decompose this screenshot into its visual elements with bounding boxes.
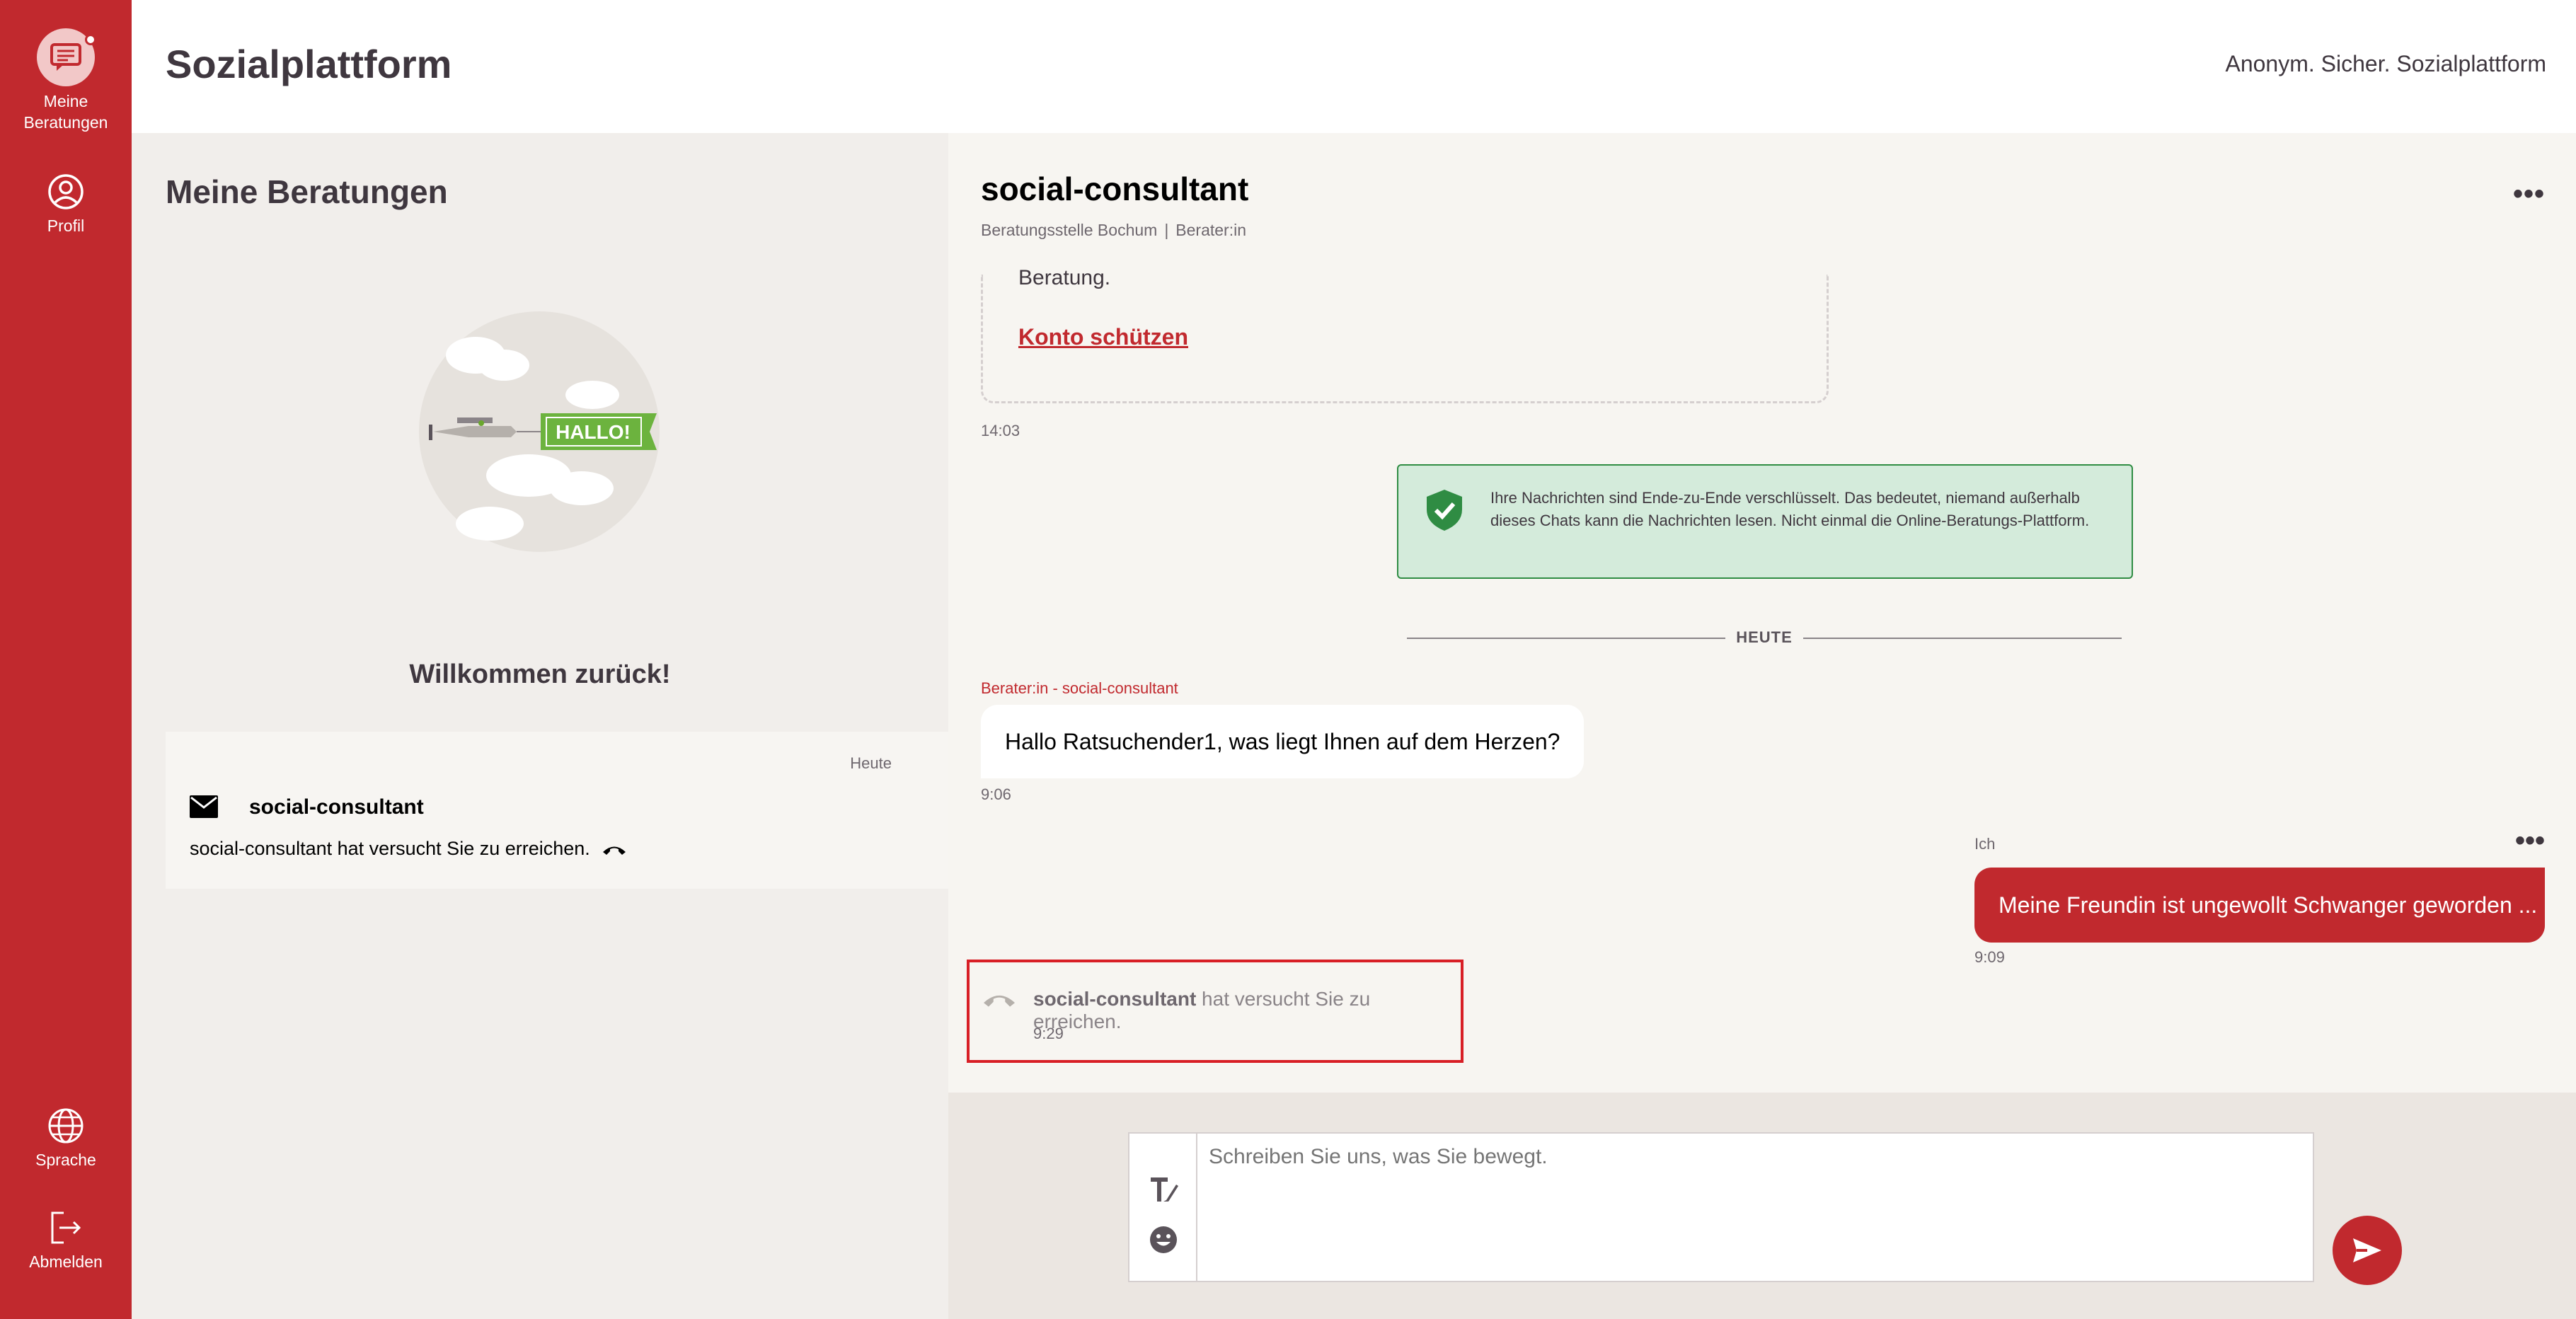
- date-divider: HEUTE: [1407, 627, 2122, 648]
- header-tagline: Anonym. Sicher. Sozialplattform: [2225, 51, 2546, 76]
- session-date: Heute: [850, 754, 892, 772]
- session-preview: social-consultant hat versucht Sie zu er…: [190, 838, 626, 860]
- missed-call-time: 9:29: [1033, 1025, 1064, 1042]
- chat-agency: Beratungsstelle Bochum: [981, 221, 1158, 239]
- incoming-message: Hallo Ratsuchender1, was liegt Ihnen auf…: [981, 705, 1585, 778]
- message-time: 14:03: [981, 422, 1020, 439]
- nav-item-profile[interactable]: Profil: [0, 173, 132, 236]
- panel-title: Meine Beratungen: [166, 173, 448, 210]
- chat-more-menu-icon[interactable]: •••: [2513, 180, 2545, 208]
- nav-label-language: Sprache: [35, 1151, 96, 1169]
- outgoing-sender-label: Ich: [1974, 835, 1996, 853]
- encryption-notice: Ihre Nachrichten sind Ende-zu-Ende versc…: [1397, 464, 2133, 579]
- missed-call-event: social-consultant hat versucht Sie zu er…: [967, 960, 1464, 1063]
- encryption-notice-text: Ihre Nachrichten sind Ende-zu-Ende versc…: [1490, 489, 2090, 529]
- main-navigation: Meine Beratungen Profil Sprache Abmelden: [0, 0, 132, 1319]
- nav-item-logout[interactable]: Abmelden: [0, 1209, 132, 1272]
- incoming-message-time: 9:06: [981, 785, 1011, 803]
- app-header: Sozialplattform Anonym. Sicher. Sozialpl…: [132, 0, 2576, 133]
- message-composer: [1128, 1132, 2314, 1282]
- nav-label-profile: Profil: [47, 217, 85, 235]
- chat-view: social-consultant Beratungsstelle Bochum…: [948, 133, 2576, 1093]
- nav-label-logout: Abmelden: [29, 1252, 103, 1271]
- envelope-icon: [190, 795, 218, 818]
- nav-label-my-consultations: Meine Beratungen: [23, 92, 108, 132]
- speech-bubble-icon: [37, 28, 96, 86]
- missed-call-icon: [603, 846, 626, 855]
- send-button[interactable]: [2333, 1216, 2402, 1285]
- text-format-icon[interactable]: [1149, 1175, 1179, 1203]
- logout-icon: [51, 1211, 81, 1244]
- nav-item-my-consultations[interactable]: Meine Beratungen: [0, 28, 132, 133]
- welcome-text: Willkommen zurück!: [409, 660, 671, 689]
- message-composer-bar: [948, 1093, 2576, 1319]
- notification-dot: [85, 34, 96, 45]
- missed-call-name: social-consultant: [1033, 988, 1197, 1010]
- welcome-illustration: HALLO!: [419, 311, 660, 552]
- phone-hangup-icon: [984, 995, 1015, 1007]
- shield-check-icon: [1427, 490, 1462, 531]
- incoming-sender-label: Berater:in - social-consultant: [981, 679, 1178, 697]
- brand-title: Sozialplattform: [166, 42, 452, 86]
- security-notice-card: Beratung. Konto schützen: [981, 266, 1829, 403]
- security-notice-text: Beratung.: [1018, 266, 1111, 289]
- message-input[interactable]: [1209, 1145, 2299, 1169]
- chat-role: Berater:in: [1175, 221, 1247, 239]
- outgoing-message: Meine Freundin ist ungewollt Schwanger g…: [1974, 868, 2545, 943]
- chat-subtitle: Beratungsstelle Bochum | Berater:in: [981, 221, 1246, 240]
- chat-subtitle-separator: |: [1164, 221, 1169, 239]
- missed-call-text: social-consultant hat versucht Sie zu er…: [1033, 988, 1461, 1033]
- nav-item-language[interactable]: Sprache: [0, 1107, 132, 1170]
- protect-account-link[interactable]: Konto schützen: [1018, 324, 1188, 350]
- consultations-panel: Meine Beratungen HALLO! Willkommen zurüc…: [132, 133, 948, 1319]
- user-icon: [48, 174, 84, 209]
- send-icon: [2353, 1238, 2381, 1262]
- illustration-hello-text: HALLO!: [556, 421, 631, 443]
- message-more-menu-icon[interactable]: •••: [2515, 826, 2545, 855]
- session-list-item[interactable]: Heute social-consultant social-consultan…: [166, 732, 948, 889]
- globe-icon: [48, 1108, 84, 1144]
- outgoing-message-time: 9:09: [1974, 948, 2005, 966]
- session-preview-text: social-consultant hat versucht Sie zu er…: [190, 838, 590, 859]
- divider-line-right: [1803, 638, 2122, 639]
- emoji-icon[interactable]: [1149, 1226, 1178, 1254]
- chat-title: social-consultant: [981, 171, 1249, 207]
- session-consultant-name: social-consultant: [249, 795, 424, 819]
- composer-toolbar: [1129, 1134, 1197, 1281]
